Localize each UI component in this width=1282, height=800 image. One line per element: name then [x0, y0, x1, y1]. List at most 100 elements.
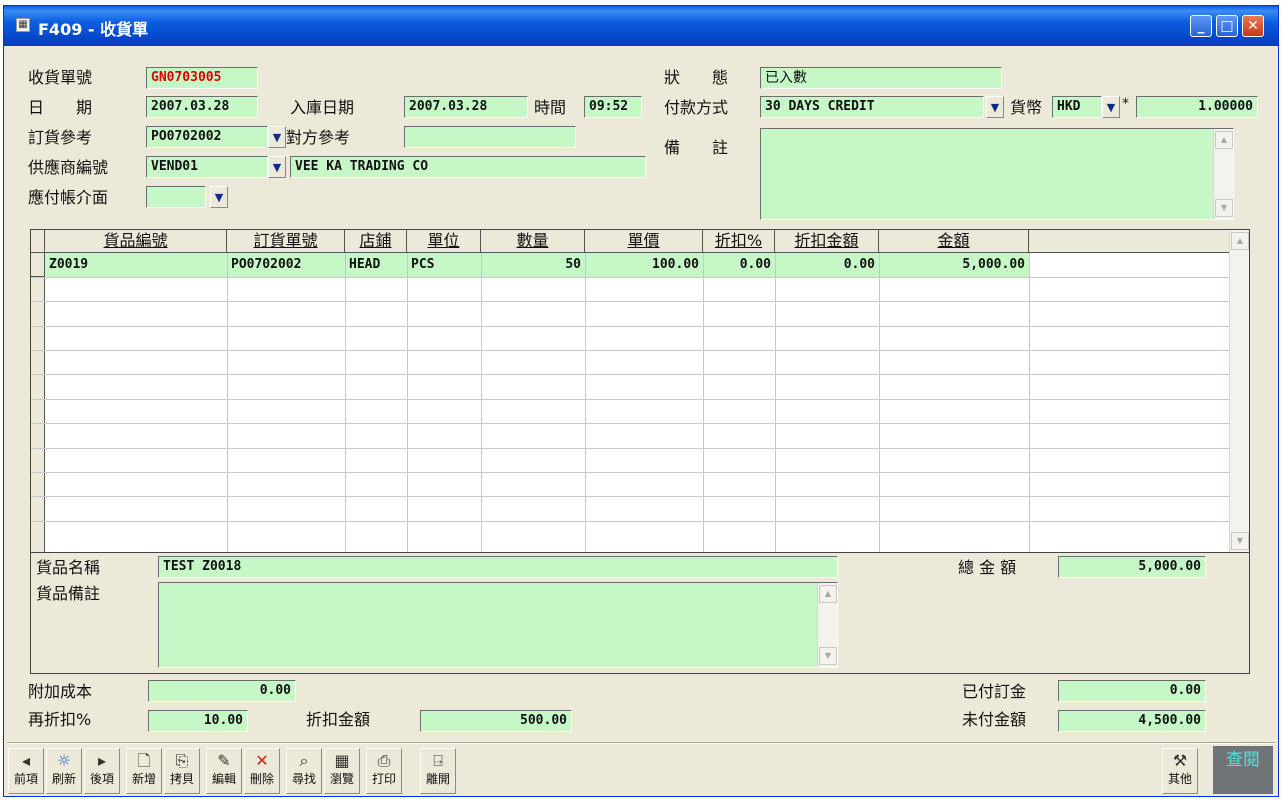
cell-price[interactable]: 100.00 — [585, 254, 703, 276]
order-ref-dropdown-icon[interactable] — [268, 126, 286, 148]
cell-item-no[interactable]: Z0019 — [45, 254, 227, 276]
col-disc-pct[interactable]: 折扣% — [703, 230, 775, 253]
title-bar[interactable]: ▦ F409 - 收貨單 _ □ ✕ — [4, 6, 1278, 46]
scroll-down-icon[interactable]: ▼ — [1231, 532, 1249, 550]
copy-icon: ⎘ — [175, 751, 189, 770]
scroll-down-icon[interactable]: ▼ — [1215, 199, 1233, 217]
remark-scrollbar[interactable]: ▲ ▼ — [1213, 129, 1233, 219]
exchange-rate-field[interactable]: 1.00000 — [1136, 96, 1258, 118]
add-button[interactable]: 🗋 新增 — [126, 748, 162, 794]
col-divider — [227, 253, 228, 552]
remark-memo[interactable]: ▲ ▼ — [760, 128, 1234, 220]
item-remark-memo[interactable]: ▲ ▼ — [158, 582, 838, 668]
grid-header: 貨品編號 訂貨單號 店鋪 單位 數量 單價 折扣% 折扣金額 金額 — [31, 230, 1249, 253]
print-button[interactable]: ⎙ 打印 — [366, 748, 402, 794]
status-label: 狀 態 — [664, 68, 729, 87]
grid-corner — [31, 230, 45, 253]
minimize-icon[interactable]: _ — [1190, 15, 1212, 37]
col-divider — [703, 253, 704, 552]
time-field[interactable]: 09:52 — [584, 96, 642, 118]
scroll-up-icon[interactable]: ▲ — [1231, 232, 1249, 250]
ap-interface-label: 應付帳介面 — [28, 188, 109, 207]
col-divider — [407, 253, 408, 552]
scroll-up-icon[interactable]: ▲ — [1215, 131, 1233, 149]
delete-x-icon: ✕ — [255, 751, 269, 770]
extra-cost-field[interactable]: 0.00 — [148, 680, 296, 702]
cell-po-no[interactable]: PO0702002 — [227, 254, 345, 276]
grid-scrollbar[interactable]: ▲ ▼ — [1229, 230, 1249, 552]
maximize-icon[interactable]: □ — [1216, 15, 1238, 37]
stock-in-date-label: 入庫日期 — [290, 98, 355, 117]
row-divider — [31, 521, 1231, 522]
stock-in-date-field[interactable]: 2007.03.28 — [404, 96, 528, 118]
bottom-toolbar: ◂ 前項 ☼ 刷新 ▸ 後項 🗋 新增 ⎘ 拷貝 ✎ 編輯 ✕ 刪除 ⌕ 尋找 — [4, 742, 1278, 798]
exit-button[interactable]: ⍈ 離開 — [420, 748, 456, 794]
col-unit[interactable]: 單位 — [407, 230, 481, 253]
delete-button-label: 刪除 — [249, 772, 274, 786]
remark-label: 備 註 — [664, 138, 729, 157]
vendor-name-field: VEE KA TRADING CO — [290, 156, 646, 178]
counter-ref-field[interactable] — [404, 126, 576, 148]
disc-amt-field: 500.00 — [420, 710, 572, 732]
other-button[interactable]: ⚒ 其他 — [1162, 748, 1198, 794]
rate-mark: * — [1122, 96, 1129, 112]
copy-button[interactable]: ⎘ 拷貝 — [164, 748, 200, 794]
close-icon[interactable]: ✕ — [1242, 15, 1264, 37]
order-ref-field[interactable]: PO0702002 — [146, 126, 268, 148]
vendor-dropdown-icon[interactable] — [268, 156, 286, 178]
item-remark-scrollbar[interactable]: ▲ ▼ — [817, 583, 837, 667]
payment-label: 付款方式 — [664, 98, 729, 117]
edit-button[interactable]: ✎ 編輯 — [206, 748, 242, 794]
currency-dropdown-icon[interactable] — [1102, 96, 1120, 118]
unpaid-field: 4,500.00 — [1058, 710, 1206, 732]
ap-interface-dropdown-icon[interactable] — [210, 186, 228, 208]
scroll-up-icon[interactable]: ▲ — [819, 585, 837, 603]
cell-amount[interactable]: 5,000.00 — [879, 254, 1029, 276]
scroll-down-icon[interactable]: ▼ — [819, 647, 837, 665]
ap-interface-field[interactable] — [146, 186, 206, 208]
currency-field[interactable]: HKD — [1052, 96, 1102, 118]
col-disc-amt[interactable]: 折扣金額 — [775, 230, 879, 253]
col-amount[interactable]: 金額 — [879, 230, 1029, 253]
tools-icon: ⚒ — [1172, 751, 1188, 770]
next-button[interactable]: ▸ 後項 — [84, 748, 120, 794]
refresh-button[interactable]: ☼ 刷新 — [46, 748, 82, 794]
col-divider — [1029, 253, 1030, 552]
arrow-right-icon: ▸ — [97, 751, 107, 770]
next-button-label: 後項 — [89, 772, 114, 786]
col-po-no[interactable]: 訂貨單號 — [227, 230, 345, 253]
receipt-no-field[interactable]: GN0703005 — [146, 67, 258, 89]
row-divider — [31, 448, 1231, 449]
cell-unit[interactable]: PCS — [407, 254, 481, 276]
row-indicator[interactable] — [31, 253, 45, 552]
col-price[interactable]: 單價 — [585, 230, 703, 253]
item-name-label: 貨品名稱 — [36, 558, 101, 577]
row-divider — [31, 277, 1231, 278]
date-label: 日 期 — [28, 98, 93, 117]
edit-document-icon: ✎ — [217, 751, 231, 770]
delete-button[interactable]: ✕ 刪除 — [244, 748, 280, 794]
extra-cost-label: 附加成本 — [28, 682, 93, 701]
cell-disc-pct[interactable]: 0.00 — [703, 254, 775, 276]
find-button[interactable]: ⌕ 尋找 — [286, 748, 322, 794]
col-item-no[interactable]: 貨品編號 — [45, 230, 227, 253]
browse-button[interactable]: ▦ 瀏覽 — [324, 748, 360, 794]
date-field[interactable]: 2007.03.28 — [146, 96, 258, 118]
cell-disc-amt[interactable]: 0.00 — [775, 254, 879, 276]
row-divider — [31, 399, 1231, 400]
prev-button[interactable]: ◂ 前項 — [8, 748, 44, 794]
col-store[interactable]: 店鋪 — [345, 230, 407, 253]
add-button-label: 新增 — [131, 772, 156, 786]
re-disc-field[interactable]: 10.00 — [148, 710, 248, 732]
payment-dropdown-icon[interactable] — [986, 96, 1004, 118]
time-label: 時間 — [534, 98, 567, 117]
current-row-marker — [31, 253, 45, 277]
payment-field[interactable]: 30 DAYS CREDIT — [760, 96, 984, 118]
col-qty[interactable]: 數量 — [481, 230, 585, 253]
vendor-no-label: 供應商編號 — [28, 158, 109, 177]
item-grid[interactable]: 貨品編號 訂貨單號 店鋪 單位 數量 單價 折扣% 折扣金額 金額 Z0019 … — [30, 229, 1250, 553]
vendor-no-field[interactable]: VEND01 — [146, 156, 268, 178]
cell-qty[interactable]: 50 — [481, 254, 585, 276]
cell-store[interactable]: HEAD — [345, 254, 407, 276]
window-title: F409 - 收貨單 — [38, 20, 149, 39]
